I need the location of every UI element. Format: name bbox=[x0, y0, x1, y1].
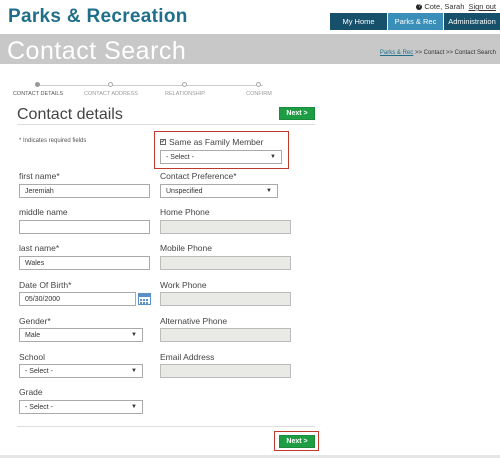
chevron-down-icon: ▼ bbox=[266, 188, 272, 194]
app-brand[interactable]: Parks & Recreation bbox=[8, 6, 188, 28]
contact-preference-value: Unspecified bbox=[166, 187, 203, 195]
section-title: Contact details bbox=[17, 106, 123, 123]
middle-name-label: middle name bbox=[19, 207, 68, 217]
school-select-value: - Select - bbox=[25, 367, 54, 375]
nav-administration[interactable]: Administration bbox=[444, 13, 500, 30]
chevron-down-icon: ▼ bbox=[131, 368, 137, 374]
breadcrumb-link-parks-rec[interactable]: Parks & Rec bbox=[380, 50, 413, 56]
last-name-label: last name* bbox=[19, 243, 60, 253]
nav-parks-rec[interactable]: Parks & Rec bbox=[388, 13, 443, 30]
grade-select-value: - Select - bbox=[25, 403, 54, 411]
chevron-down-icon: ▼ bbox=[131, 332, 137, 338]
user-name: Cote, Sarah bbox=[424, 2, 465, 11]
email-address-label: Email Address bbox=[160, 352, 215, 362]
breadcrumb-rest: >> Contact >> Contact Search bbox=[414, 50, 496, 56]
step-label-contact-details: CONTACT DETAILS bbox=[12, 91, 64, 97]
gender-select-value: Male bbox=[25, 331, 41, 339]
date-of-birth-input[interactable]: 05/30/2000 bbox=[19, 292, 136, 306]
last-name-input[interactable]: Wales bbox=[19, 256, 150, 270]
nav-my-home[interactable]: My Home bbox=[330, 13, 387, 30]
family-member-select-value: - Select - bbox=[166, 153, 195, 161]
sign-out-link[interactable]: Sign out bbox=[468, 2, 496, 11]
same-as-family-checkbox[interactable]: ✔ bbox=[160, 139, 166, 145]
chevron-down-icon: ▼ bbox=[131, 404, 137, 410]
gender-select[interactable]: Male ▼ bbox=[19, 328, 143, 342]
email-address-input[interactable] bbox=[160, 364, 291, 378]
calendar-icon[interactable] bbox=[138, 293, 151, 305]
work-phone-input[interactable] bbox=[160, 292, 291, 306]
school-select[interactable]: - Select - ▼ bbox=[19, 364, 143, 378]
family-member-select[interactable]: - Select - ▼ bbox=[160, 150, 282, 164]
contact-preference-label: Contact Preference* bbox=[160, 171, 237, 181]
middle-name-input[interactable] bbox=[19, 220, 150, 234]
page-title: Contact Search bbox=[7, 37, 187, 65]
step-progress-line bbox=[38, 85, 263, 86]
bottom-divider bbox=[17, 426, 315, 427]
gender-label: Gender* bbox=[19, 316, 51, 326]
required-note: * Indicates required fields bbox=[19, 138, 87, 144]
same-as-family-row: ✔ Same as Family Member bbox=[160, 137, 263, 147]
step-label-contact-address: CONTACT ADDRESS bbox=[84, 91, 138, 97]
next-button-bottom[interactable]: Next > bbox=[279, 435, 315, 448]
date-of-birth-label: Date Of Birth* bbox=[19, 280, 72, 290]
step-dot-1 bbox=[35, 82, 40, 87]
work-phone-label: Work Phone bbox=[160, 280, 207, 290]
mobile-phone-input[interactable] bbox=[160, 256, 291, 270]
user-info: ? Cote, Sarah Sign out bbox=[416, 2, 496, 11]
first-name-label: first name* bbox=[19, 171, 60, 181]
home-phone-input[interactable] bbox=[160, 220, 291, 234]
section-divider bbox=[17, 124, 315, 125]
contact-preference-select[interactable]: Unspecified ▼ bbox=[160, 184, 278, 198]
first-name-input[interactable]: Jeremiah bbox=[19, 184, 150, 198]
next-button-top[interactable]: Next > bbox=[279, 107, 315, 120]
school-label: School bbox=[19, 352, 45, 362]
grade-select[interactable]: - Select - ▼ bbox=[19, 400, 143, 414]
step-label-relationship: RELATIONSHIP bbox=[165, 91, 205, 97]
home-phone-label: Home Phone bbox=[160, 207, 210, 217]
step-dot-3 bbox=[182, 82, 187, 87]
breadcrumb: Parks & Rec >> Contact >> Contact Search bbox=[380, 50, 496, 56]
mobile-phone-label: Mobile Phone bbox=[160, 243, 212, 253]
same-as-family-label: Same as Family Member bbox=[169, 137, 264, 147]
step-dot-2 bbox=[108, 82, 113, 87]
alternative-phone-label: Alternative Phone bbox=[160, 316, 228, 326]
step-dot-4 bbox=[256, 82, 261, 87]
alternative-phone-input[interactable] bbox=[160, 328, 291, 342]
chevron-down-icon: ▼ bbox=[270, 154, 276, 160]
step-label-confirm: CONFIRM bbox=[246, 91, 272, 97]
grade-label: Grade bbox=[19, 387, 43, 397]
help-icon[interactable]: ? bbox=[416, 4, 423, 11]
